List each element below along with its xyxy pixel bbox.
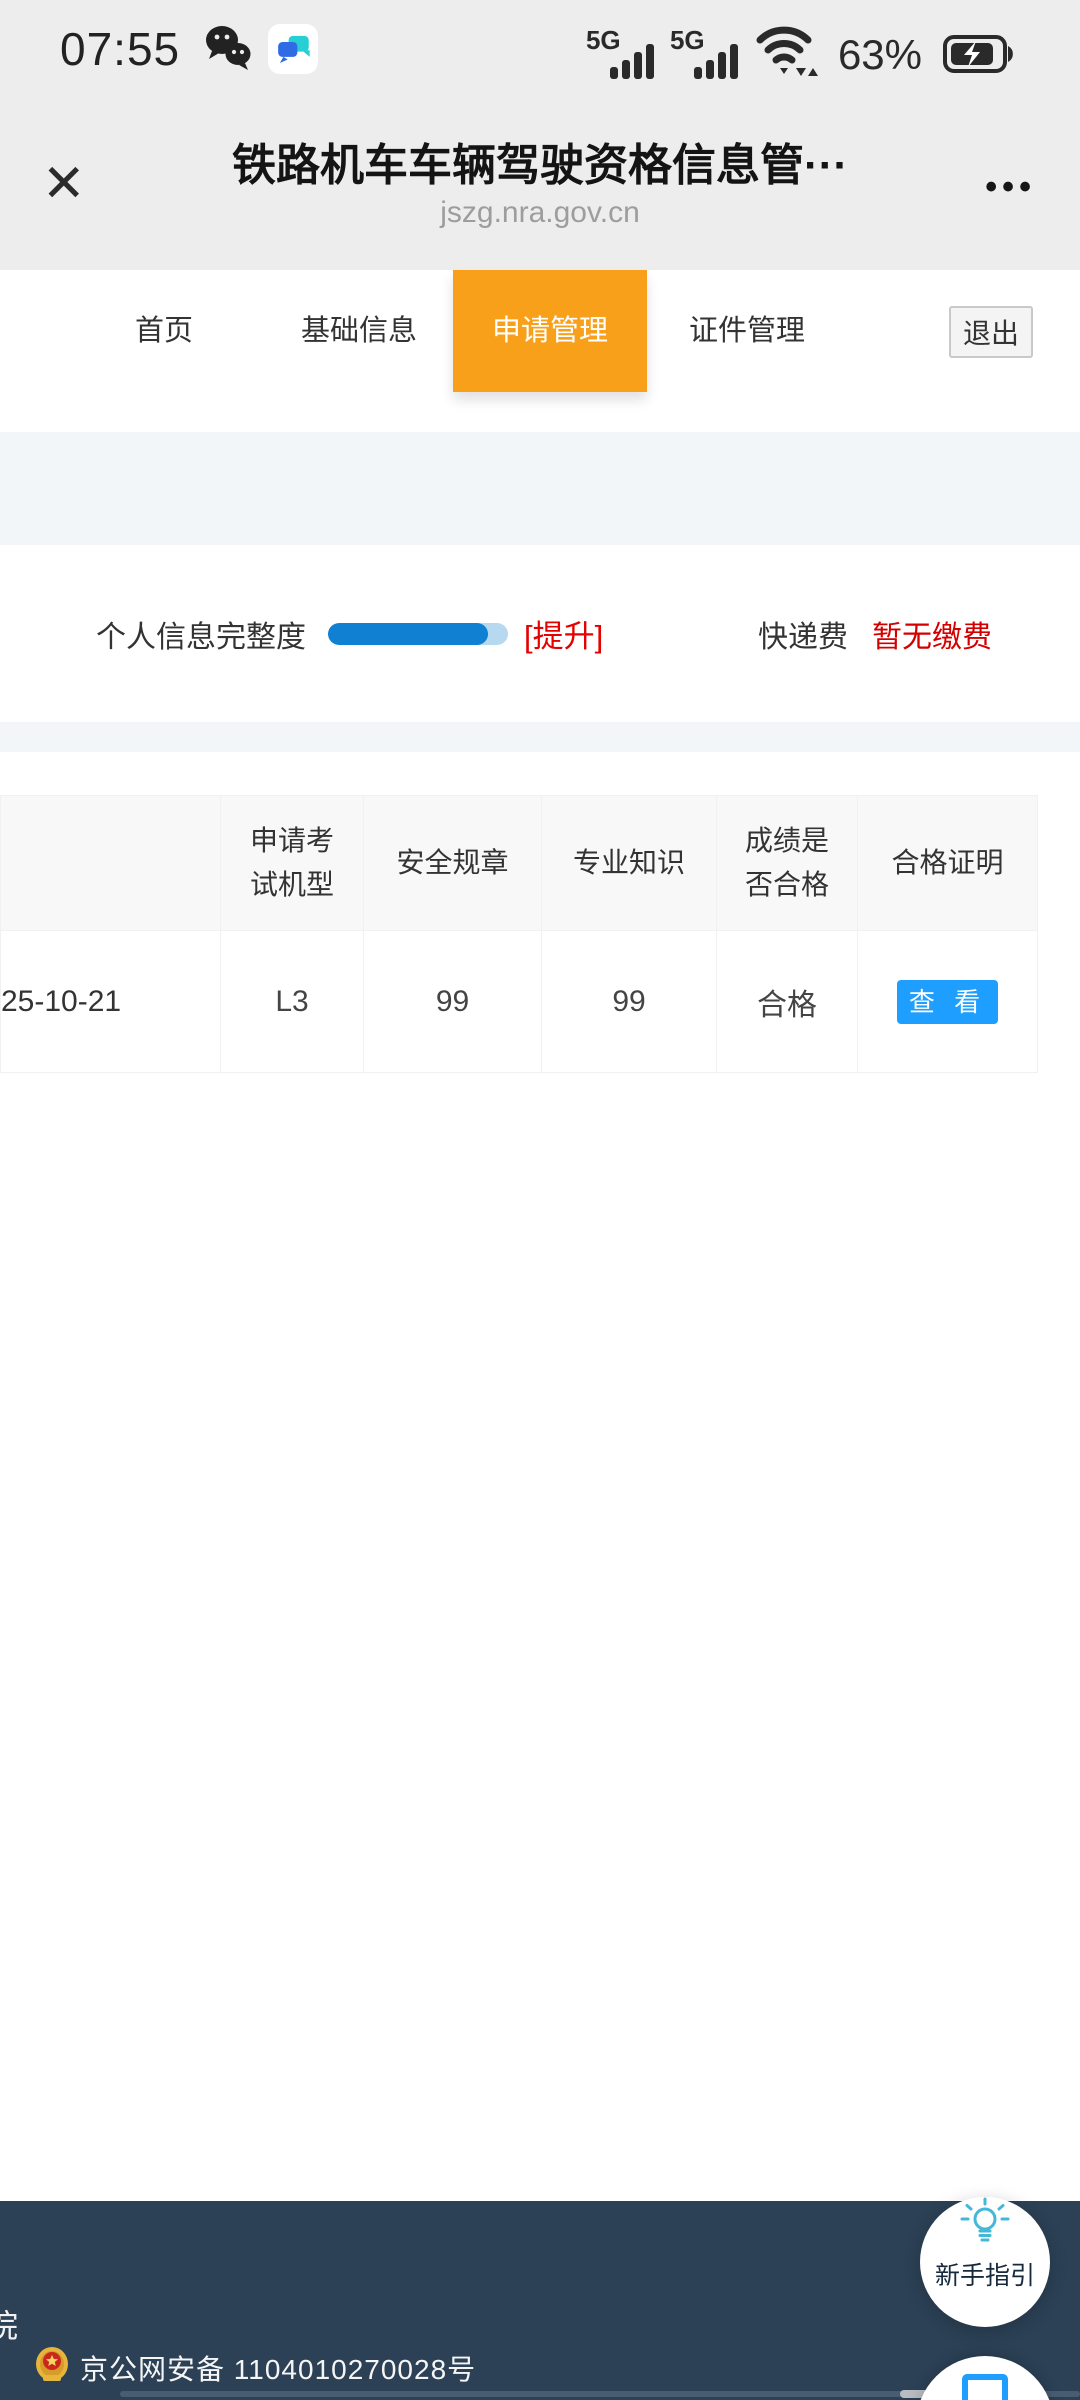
section-band bbox=[0, 432, 1080, 545]
chat-window-icon bbox=[962, 2374, 1008, 2400]
profile-progress-bar bbox=[328, 623, 508, 645]
tab-application-management[interactable]: 申请管理 bbox=[453, 270, 647, 392]
tab-certificate-management[interactable]: 证件管理 bbox=[682, 270, 812, 392]
close-icon[interactable]: ✕ bbox=[42, 158, 86, 210]
cell-date: 25-10-21 bbox=[1, 931, 221, 1073]
battery-percent: 63% bbox=[838, 31, 922, 79]
col-header-certificate: 合格证明 bbox=[858, 796, 1038, 931]
notification-icons bbox=[202, 23, 318, 76]
logout-button[interactable]: 退出 bbox=[949, 306, 1033, 358]
battery-icon bbox=[942, 32, 1016, 81]
clock: 07:55 bbox=[60, 22, 180, 76]
table-header-row: 申请考试机型 安全规章 专业知识 成绩是否合格 合格证明 bbox=[1, 796, 1038, 931]
browser-title-bar: ✕ 铁路机车车辆驾驶资格信息管··· jszg.nra.gov.cn ••• bbox=[0, 138, 1080, 258]
status-bar: 07:55 bbox=[0, 0, 1080, 80]
courier-fee-status[interactable]: 暂无缴费 bbox=[872, 612, 992, 656]
chat-app-icon bbox=[268, 24, 318, 74]
col-header-date bbox=[1, 796, 221, 931]
section-band bbox=[0, 722, 1080, 752]
wifi-icon bbox=[754, 18, 820, 81]
profile-progress-fill bbox=[328, 623, 488, 645]
col-header-pass-status: 成绩是否合格 bbox=[717, 796, 858, 931]
beian-number: 京公网安备 1104010270028号 bbox=[80, 2348, 476, 2388]
table-row: 25-10-21 L3 99 99 合格 查 看 bbox=[1, 931, 1038, 1073]
col-header-exam-model: 申请考试机型 bbox=[221, 796, 364, 931]
wechat-icon bbox=[202, 23, 254, 76]
signal-5g-icon-1: 5G bbox=[586, 25, 654, 81]
lightbulb-icon bbox=[960, 2197, 1010, 2254]
cell-action: 查 看 bbox=[858, 931, 1038, 1073]
cell-exam-model: L3 bbox=[221, 931, 364, 1073]
more-menu-icon[interactable]: ••• bbox=[985, 168, 1036, 207]
browser-header: 07:55 bbox=[0, 0, 1080, 270]
signal-5g-icon-2: 5G bbox=[670, 25, 738, 81]
phone-screen: 07:55 bbox=[0, 0, 1080, 2400]
col-header-professional-knowledge: 专业知识 bbox=[542, 796, 717, 931]
improve-link[interactable]: [提升] bbox=[524, 611, 603, 656]
police-badge-icon bbox=[34, 2345, 70, 2390]
beginner-guide-button[interactable]: 新手指引 bbox=[920, 2197, 1050, 2327]
col-header-safety-rules: 安全规章 bbox=[364, 796, 542, 931]
footer-partial-text: 院 bbox=[0, 2301, 18, 2347]
tab-home[interactable]: 首页 bbox=[116, 270, 212, 392]
page-url: jszg.nra.gov.cn bbox=[120, 194, 960, 232]
courier-fee-label: 快递费 bbox=[758, 612, 848, 656]
cell-professional-score: 99 bbox=[542, 931, 717, 1073]
view-certificate-button[interactable]: 查 看 bbox=[897, 980, 998, 1024]
beian-link[interactable]: 京公网安备 1104010270028号 bbox=[34, 2345, 476, 2390]
page-footer: 院 京公网安备 1104010270028号 bbox=[0, 2201, 1080, 2400]
exam-results-table: 申请考试机型 安全规章 专业知识 成绩是否合格 合格证明 25-10-21 L3… bbox=[0, 795, 1038, 1073]
cell-safety-score: 99 bbox=[364, 931, 542, 1073]
cell-pass-status: 合格 bbox=[717, 931, 858, 1073]
main-nav: 首页 基础信息 申请管理 证件管理 退出 bbox=[0, 270, 1080, 432]
tab-basic-info[interactable]: 基础信息 bbox=[294, 270, 424, 392]
page-title: 铁路机车车辆驾驶资格信息管··· bbox=[120, 138, 960, 194]
beginner-guide-label: 新手指引 bbox=[935, 2256, 1035, 2292]
status-indicators: 5G 5G 63% bbox=[586, 18, 1016, 81]
profile-summary-row: 个人信息完整度 [提升] 快递费 暂无缴费 bbox=[0, 545, 1080, 722]
completeness-label: 个人信息完整度 bbox=[96, 612, 306, 656]
